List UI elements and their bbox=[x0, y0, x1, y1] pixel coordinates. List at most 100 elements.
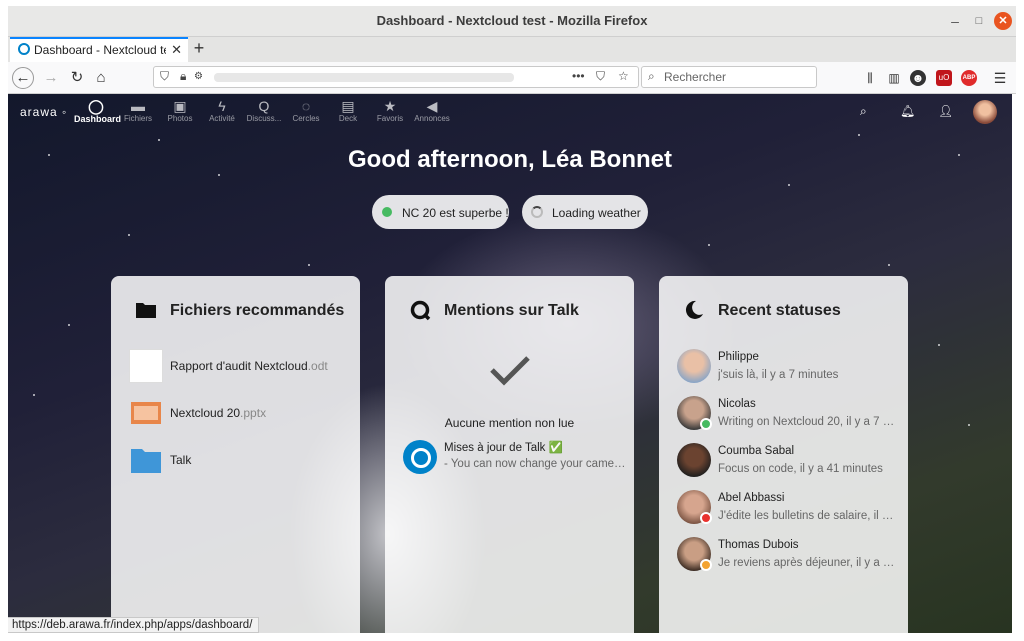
tab-close-icon[interactable]: ✕ bbox=[171, 42, 182, 58]
app-talk[interactable]: Q Discuss... bbox=[242, 98, 286, 123]
status-message: Focus on code, il y a 41 minutes bbox=[718, 463, 883, 475]
status-user-name: Coumba Sabal bbox=[718, 445, 795, 457]
talk-icon: Q bbox=[258, 98, 270, 114]
nextcloud-favicon-icon bbox=[18, 43, 30, 55]
maximize-icon[interactable]: □ bbox=[970, 12, 988, 30]
talk-item[interactable]: Mises à jour de Talk ✅ - You can now cha… bbox=[403, 440, 628, 476]
file-item[interactable]: Rapport d'audit Nextcloud.odt bbox=[129, 349, 349, 385]
status-item[interactable]: Philippe j'suis là, il y a 7 minutes bbox=[677, 349, 902, 389]
app-label: Photos bbox=[167, 114, 193, 123]
recent-statuses-panel: Recent statuses Philippe j'suis là, il y… bbox=[659, 276, 908, 633]
lightning-icon: ϟ bbox=[218, 98, 226, 114]
checkmark-icon bbox=[490, 356, 530, 386]
weather-pill[interactable]: Loading weather bbox=[522, 195, 648, 229]
app-label: Fichiers bbox=[123, 114, 152, 123]
panel-title: Mentions sur Talk bbox=[444, 302, 579, 319]
file-name: Rapport d'audit Nextcloud.odt bbox=[170, 359, 328, 373]
bookmark-star-icon[interactable]: ☆ bbox=[618, 69, 629, 83]
url-text-redacted bbox=[214, 73, 514, 82]
status-user-name: Abel Abbassi bbox=[718, 492, 785, 504]
talk-conversation-icon bbox=[403, 440, 437, 474]
contacts-icon[interactable]: 👤︎ bbox=[938, 104, 953, 118]
menu-icon[interactable]: ☰ bbox=[992, 70, 1008, 86]
tab-title: Dashboard - Nextcloud test - Mozilla Fir… bbox=[34, 43, 166, 57]
nextcloud-dashboard: arawa ◦ ◯ Dashboard ▬ Fichiers ▣ Photos … bbox=[8, 94, 1012, 633]
user-status-text: NC 20 est superbe ! bbox=[402, 206, 509, 220]
user-avatar[interactable] bbox=[973, 100, 997, 124]
do-not-disturb-icon bbox=[700, 512, 712, 524]
image-icon: ▣ bbox=[173, 98, 187, 114]
browser-tab[interactable]: Dashboard - Nextcloud test - Mozilla Fir… bbox=[10, 37, 188, 62]
user-status-pill[interactable]: NC 20 est superbe ! bbox=[372, 195, 509, 229]
file-item[interactable]: Talk bbox=[129, 443, 349, 479]
panel-title: Fichiers recommandés bbox=[170, 302, 345, 319]
app-dashboard[interactable]: ◯ Dashboard bbox=[74, 98, 122, 124]
dashboard-icon: ◯ bbox=[88, 98, 104, 114]
pocket-icon[interactable]: ⛉ bbox=[596, 69, 605, 84]
adblock-plus-icon[interactable]: ABP bbox=[961, 70, 977, 86]
ublock-icon[interactable]: uO bbox=[936, 70, 952, 86]
search-placeholder: Rechercher bbox=[664, 70, 727, 84]
moon-icon bbox=[685, 300, 703, 319]
star-icon: ★ bbox=[383, 98, 397, 114]
back-icon[interactable]: ← bbox=[12, 67, 34, 89]
status-item[interactable]: Nicolas Writing on Nextcloud 20, il y a … bbox=[677, 396, 902, 436]
app-photos[interactable]: ▣ Photos bbox=[158, 98, 202, 123]
app-label: Dashboard bbox=[74, 114, 122, 124]
link-status-bar: https://deb.arawa.fr/index.php/apps/dash… bbox=[8, 617, 260, 633]
app-label: Deck bbox=[338, 114, 358, 123]
app-announcements[interactable]: ◀ Annonces bbox=[410, 98, 454, 123]
status-item[interactable]: Thomas Dubois Je reviens après déjeuner,… bbox=[677, 537, 902, 577]
avatar bbox=[677, 349, 711, 383]
search-field[interactable]: ⌕ Rechercher bbox=[641, 66, 817, 88]
arawa-logo[interactable]: arawa ◦ bbox=[20, 105, 67, 119]
reload-icon[interactable]: ↻ bbox=[66, 67, 88, 89]
status-item[interactable]: Abel Abbassi J'édite les bulletins de sa… bbox=[677, 490, 902, 530]
status-user-name: Thomas Dubois bbox=[718, 539, 799, 551]
avatar bbox=[677, 443, 711, 477]
folder-icon: ▬ bbox=[131, 98, 145, 114]
status-message: Writing on Nextcloud 20, il y a 7 … bbox=[718, 416, 895, 428]
lock-icon[interactable]: 🔒︎ bbox=[180, 69, 186, 84]
file-item[interactable]: Nextcloud 20.pptx bbox=[129, 396, 349, 432]
app-circles[interactable]: ◌ Cercles bbox=[284, 98, 328, 123]
new-tab-button[interactable]: + bbox=[188, 37, 210, 62]
app-activity[interactable]: ϟ Activité bbox=[200, 98, 244, 123]
tab-strip: Dashboard - Nextcloud test - Mozilla Fir… bbox=[8, 37, 1016, 62]
extension-spy-icon[interactable]: ☻ bbox=[910, 70, 926, 86]
online-status-icon bbox=[700, 418, 712, 430]
notifications-icon[interactable]: 🔔︎ bbox=[900, 104, 915, 118]
presentation-icon bbox=[131, 402, 161, 424]
app-deck[interactable]: ▤ Deck bbox=[326, 98, 370, 123]
status-user-name: Nicolas bbox=[718, 398, 756, 410]
talk-item-title: Mises à jour de Talk ✅ bbox=[444, 442, 563, 454]
close-window-icon[interactable]: ✕ bbox=[994, 12, 1012, 30]
online-status-icon bbox=[382, 207, 392, 217]
minimize-icon[interactable]: – bbox=[946, 12, 964, 30]
status-message: j'suis là, il y a 7 minutes bbox=[718, 369, 839, 381]
app-label: Discuss... bbox=[246, 114, 282, 123]
talk-item-subtitle: - You can now change your came… bbox=[444, 458, 626, 470]
permissions-icon[interactable]: ⚙ bbox=[194, 71, 203, 82]
document-icon bbox=[129, 349, 163, 383]
file-name: Nextcloud 20.pptx bbox=[170, 406, 267, 420]
status-message: Je reviens après déjeuner, il y a … bbox=[718, 557, 895, 569]
away-status-icon bbox=[700, 559, 712, 571]
library-icon[interactable]: ⫼ bbox=[862, 70, 878, 86]
megaphone-icon: ◀ bbox=[426, 98, 438, 114]
app-favorites[interactable]: ★ Favoris bbox=[368, 98, 412, 123]
tracking-shield-icon[interactable]: ⛉ bbox=[160, 69, 169, 84]
page-actions-icon[interactable]: ••• bbox=[572, 69, 585, 83]
file-name: Talk bbox=[170, 453, 192, 467]
status-item[interactable]: Coumba Sabal Focus on code, il y a 41 mi… bbox=[677, 443, 902, 483]
app-files[interactable]: ▬ Fichiers bbox=[116, 98, 160, 123]
url-bar[interactable]: ⛉ 🔒︎ ⚙ ••• ⛉ ☆ bbox=[153, 66, 639, 88]
forward-icon[interactable]: → bbox=[40, 67, 62, 89]
home-icon[interactable]: ⌂ bbox=[90, 67, 112, 89]
window-title: Dashboard - Nextcloud test - Mozilla Fir… bbox=[376, 13, 648, 28]
unified-search-icon[interactable]: ⌕ bbox=[860, 104, 867, 119]
empty-state-text: Aucune mention non lue bbox=[444, 416, 575, 430]
sidebar-icon[interactable]: ▥ bbox=[886, 70, 902, 86]
greeting-heading: Good afternoon, Léa Bonnet bbox=[348, 146, 672, 173]
status-message: J'édite les bulletins de salaire, il … bbox=[718, 510, 894, 522]
